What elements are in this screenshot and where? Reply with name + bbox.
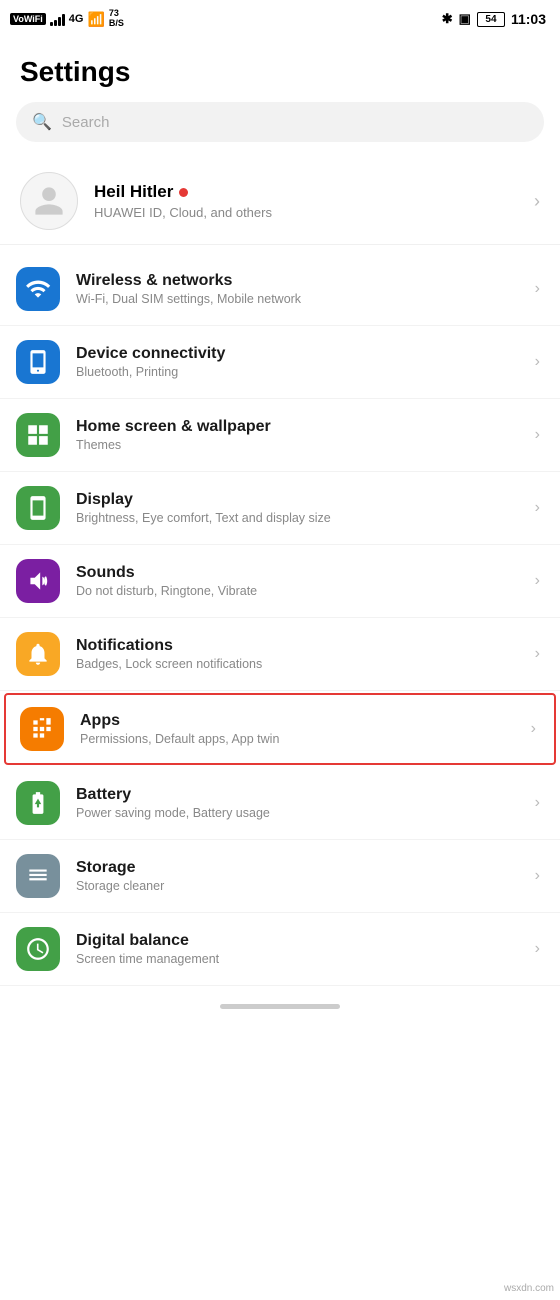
settings-item-home-screen[interactable]: Home screen & wallpaper Themes › [0,399,560,472]
display-text: Display Brightness, Eye comfort, Text an… [76,491,519,525]
home-screen-chevron-icon: › [535,426,540,444]
home-screen-subtitle: Themes [76,438,519,452]
device-connectivity-title: Device connectivity [76,345,519,363]
phone-icon: ▣ [459,11,471,27]
status-bar: VoWiFi 4G 📶 73B/S ✱ ▣ 54 11:03 [0,0,560,36]
speed-text: 73B/S [109,9,124,29]
storage-chevron-icon: › [535,867,540,885]
battery-icon-box [16,781,60,825]
settings-item-battery[interactable]: Battery Power saving mode, Battery usage… [0,767,560,840]
bottom-pill [0,986,560,1021]
device-connectivity-text: Device connectivity Bluetooth, Printing [76,345,519,379]
wireless-subtitle: Wi-Fi, Dual SIM settings, Mobile network [76,292,519,306]
device-connectivity-chevron-icon: › [535,353,540,371]
watermark: wsxdn.com [504,1283,554,1294]
profile-subtitle: HUAWEI ID, Cloud, and others [94,205,272,220]
home-screen-icon-box [16,413,60,457]
digital-balance-subtitle: Screen time management [76,952,519,966]
display-subtitle: Brightness, Eye comfort, Text and displa… [76,511,519,525]
sounds-subtitle: Do not disturb, Ringtone, Vibrate [76,584,519,598]
device-connectivity-icon-box [16,340,60,384]
network-type: 4G [69,13,84,25]
notifications-subtitle: Badges, Lock screen notifications [76,657,519,671]
apps-text: Apps Permissions, Default apps, App twin [80,712,515,746]
apps-title: Apps [80,712,515,730]
search-icon: 🔍 [32,112,52,132]
sounds-title: Sounds [76,564,519,582]
digital-balance-text: Digital balance Screen time management [76,932,519,966]
sounds-chevron-icon: › [535,572,540,590]
status-right: ✱ ▣ 54 11:03 [442,11,546,27]
avatar [20,172,78,230]
settings-list: Wireless & networks Wi-Fi, Dual SIM sett… [0,253,560,986]
storage-text: Storage Storage cleaner [76,859,519,893]
home-indicator[interactable] [220,1004,340,1009]
notifications-title: Notifications [76,637,519,655]
settings-item-storage[interactable]: Storage Storage cleaner › [0,840,560,913]
battery-level: 54 [477,12,505,27]
settings-item-display[interactable]: Display Brightness, Eye comfort, Text an… [0,472,560,545]
settings-item-apps[interactable]: Apps Permissions, Default apps, App twin… [4,693,556,765]
profile-section[interactable]: Heil Hitler HUAWEI ID, Cloud, and others… [0,158,560,245]
display-title: Display [76,491,519,509]
storage-subtitle: Storage cleaner [76,879,519,893]
bluetooth-icon: ✱ [442,11,453,27]
notifications-text: Notifications Badges, Lock screen notifi… [76,637,519,671]
storage-icon-box [16,854,60,898]
storage-title: Storage [76,859,519,877]
search-bar[interactable]: 🔍 Search [16,102,544,142]
settings-item-wireless[interactable]: Wireless & networks Wi-Fi, Dual SIM sett… [0,253,560,326]
sounds-icon-box [16,559,60,603]
battery-subtitle: Power saving mode, Battery usage [76,806,519,820]
signal-bars [50,12,65,26]
apps-icon-box [20,707,64,751]
battery-text: Battery Power saving mode, Battery usage [76,786,519,820]
notifications-chevron-icon: › [535,645,540,663]
profile-chevron-icon: › [534,191,540,212]
battery-title: Battery [76,786,519,804]
battery-container: 54 [477,12,505,27]
page-title: Settings [0,36,560,102]
digital-balance-chevron-icon: › [535,940,540,958]
settings-item-sounds[interactable]: Sounds Do not disturb, Ringtone, Vibrate… [0,545,560,618]
battery-chevron-icon: › [535,794,540,812]
online-indicator [179,188,188,197]
settings-item-notifications[interactable]: Notifications Badges, Lock screen notifi… [0,618,560,691]
wireless-text: Wireless & networks Wi-Fi, Dual SIM sett… [76,272,519,306]
apps-chevron-icon: › [531,720,536,738]
profile-name-row: Heil Hitler [94,182,272,202]
settings-item-digital-balance[interactable]: Digital balance Screen time management › [0,913,560,986]
wifi-icon: 📶 [87,11,104,28]
apps-subtitle: Permissions, Default apps, App twin [80,732,515,746]
digital-balance-icon-box [16,927,60,971]
wireless-title: Wireless & networks [76,272,519,290]
profile-info: Heil Hitler HUAWEI ID, Cloud, and others [94,182,272,220]
display-icon-box [16,486,60,530]
wireless-chevron-icon: › [535,280,540,298]
home-screen-text: Home screen & wallpaper Themes [76,418,519,452]
search-placeholder: Search [62,114,110,131]
status-left: VoWiFi 4G 📶 73B/S [10,9,124,29]
digital-balance-title: Digital balance [76,932,519,950]
settings-item-device-connectivity[interactable]: Device connectivity Bluetooth, Printing … [0,326,560,399]
wireless-icon-box [16,267,60,311]
profile-name: Heil Hitler [94,182,173,202]
device-connectivity-subtitle: Bluetooth, Printing [76,365,519,379]
time: 11:03 [511,11,546,27]
display-chevron-icon: › [535,499,540,517]
home-screen-title: Home screen & wallpaper [76,418,519,436]
notifications-icon-box [16,632,60,676]
sounds-text: Sounds Do not disturb, Ringtone, Vibrate [76,564,519,598]
vowifi-badge: VoWiFi [10,13,46,25]
